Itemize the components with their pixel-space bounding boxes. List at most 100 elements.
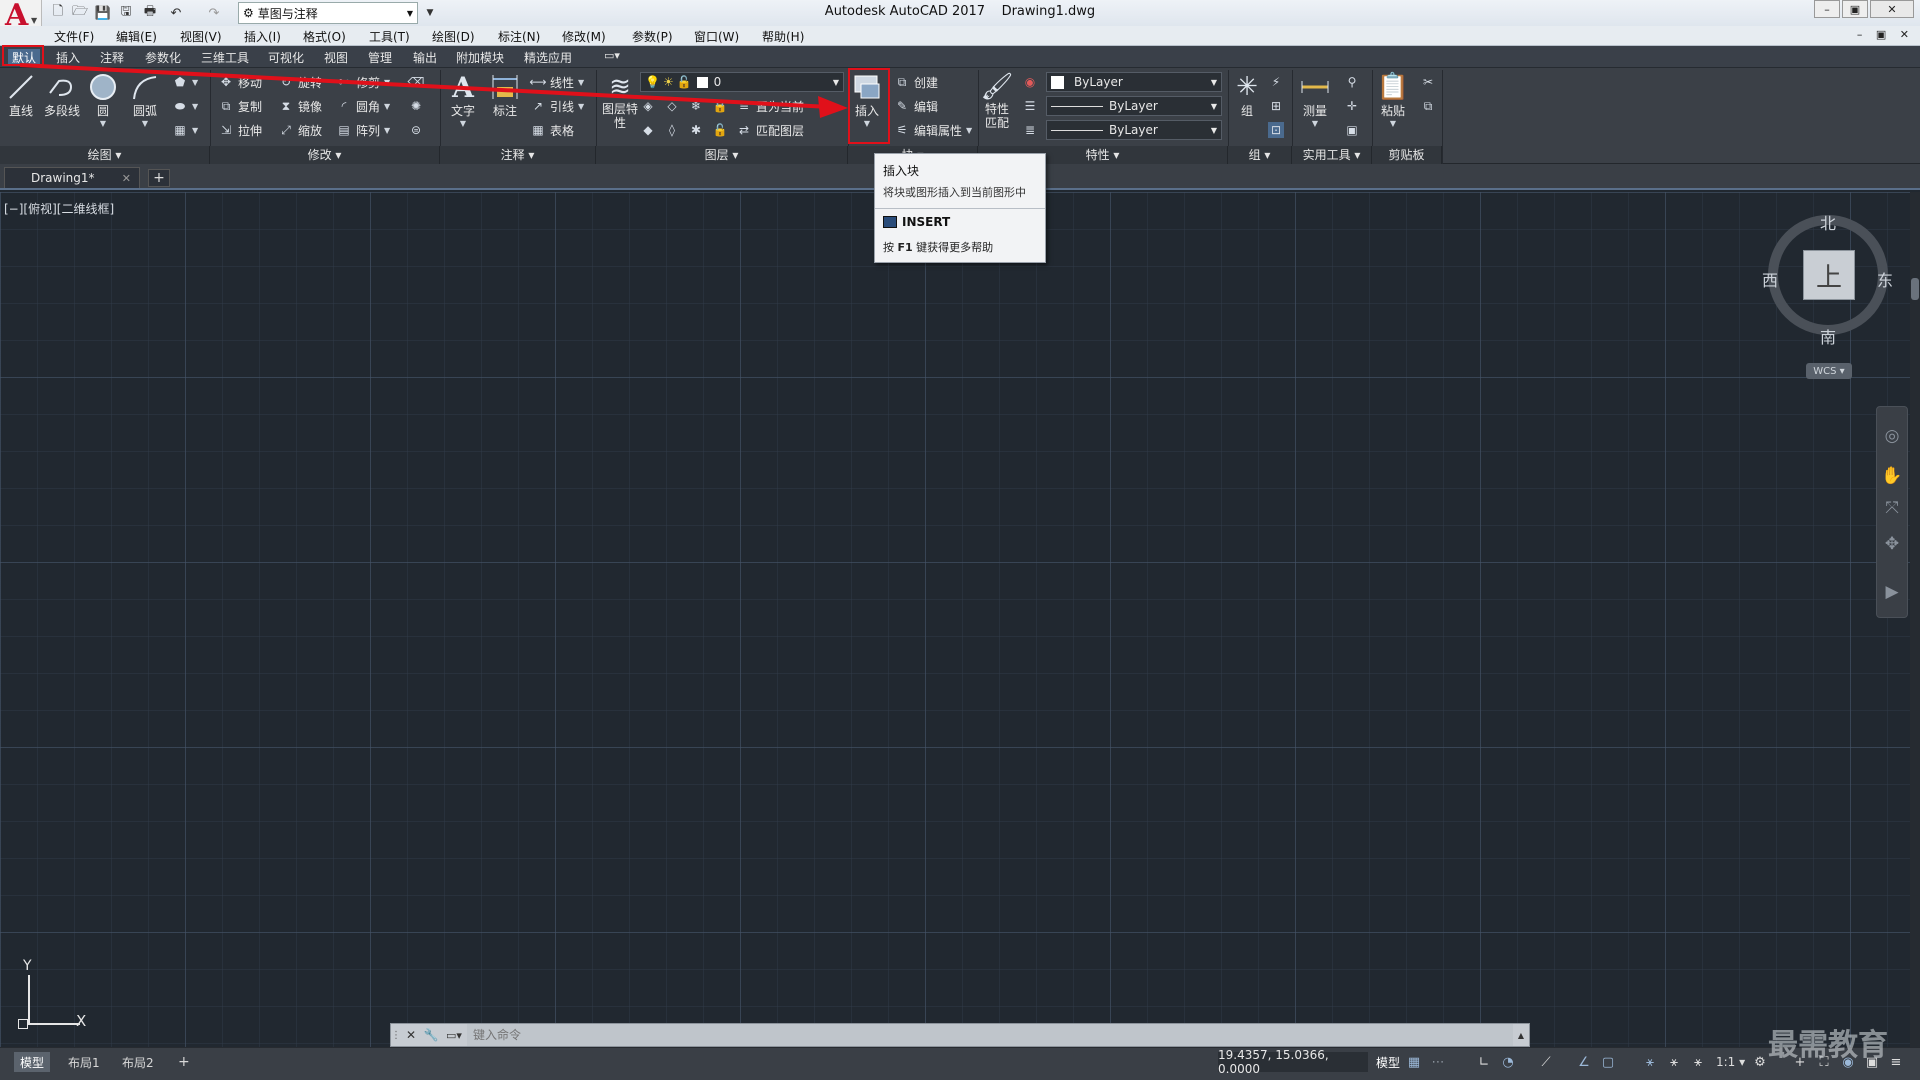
document-window-controls[interactable]: – ▣ ✕	[1857, 28, 1914, 41]
paste-button[interactable]: 📋 粘贴 ▼	[1377, 72, 1409, 128]
layout-tab-model[interactable]: 模型	[14, 1052, 51, 1072]
close-icon[interactable]: ✕	[122, 172, 131, 185]
customization-menu-icon[interactable]: ≡	[1886, 1052, 1906, 1072]
layer-on-button[interactable]: ◆	[640, 120, 656, 140]
layer-unisolate-button[interactable]: ◊	[664, 120, 680, 140]
auto-scale-icon[interactable]: ⚹	[1664, 1052, 1684, 1072]
wrench-icon[interactable]: 🔧	[421, 1028, 441, 1042]
scrollbar-thumb[interactable]	[1911, 278, 1919, 300]
viewport-controls-label[interactable]: [−][俯视][二维线框]	[4, 200, 114, 217]
scissors-icon: ✂	[1422, 75, 1434, 89]
annotation-scale-icon[interactable]: ⚹	[1688, 1052, 1708, 1072]
hatch-button[interactable]: ▦ ▼	[172, 120, 198, 140]
point-id-button[interactable]: ✛	[1344, 96, 1360, 116]
edit-block-button[interactable]: ✎ 编辑	[894, 96, 938, 116]
compass-north[interactable]: 北	[1820, 210, 1836, 234]
annotation-scale-dropdown[interactable]: 1:1 ▾	[1710, 1052, 1751, 1072]
grid-icon[interactable]: ▦	[1404, 1052, 1424, 1072]
ungroup-button[interactable]: ⚡	[1268, 72, 1284, 92]
compass-east[interactable]: 东	[1877, 267, 1893, 291]
layer-unlock-button[interactable]: 🔓	[712, 120, 728, 140]
ortho-icon[interactable]: ∟	[1474, 1052, 1494, 1072]
match-layer-icon: ⇄	[738, 123, 750, 137]
utilities-panel-title[interactable]: 实用工具 ▾	[1292, 146, 1372, 164]
gear-icon[interactable]: ⚙	[1750, 1052, 1770, 1072]
compass-west[interactable]: 西	[1762, 267, 1778, 291]
snap-icon[interactable]: ⋯	[1428, 1052, 1448, 1072]
hatch-icon: ▦	[174, 123, 186, 137]
restore-button[interactable]: ▣	[1842, 0, 1868, 18]
chevron-down-icon: ▼	[1210, 77, 1218, 87]
layout-tab-layout2[interactable]: 布局2	[116, 1052, 160, 1072]
layer-thaw-button[interactable]: ✱	[688, 120, 704, 140]
minimize-button[interactable]: –	[1814, 0, 1840, 18]
scale-button[interactable]: ⤢ 缩放	[278, 120, 322, 140]
create-block-button[interactable]: ⧉ 创建	[894, 72, 938, 92]
linetype-sample-icon	[1051, 105, 1103, 107]
group-button[interactable]: ✳ 组	[1232, 72, 1262, 119]
draw-panel-title[interactable]: 绘图 ▾	[0, 146, 210, 164]
object-snap-icon[interactable]: ▢	[1598, 1052, 1618, 1072]
calculator-button[interactable]: ▣	[1344, 120, 1360, 140]
ucs-x-axis	[28, 1023, 80, 1025]
table-button[interactable]: ▦ 表格	[530, 120, 574, 140]
grip-icon[interactable]: ⋮	[391, 1030, 401, 1041]
match-properties-button[interactable]: 🖌 特性匹配	[981, 72, 1014, 130]
vertical-scrollbar[interactable]	[1910, 192, 1920, 1047]
new-tab-button[interactable]: +	[148, 169, 170, 187]
close-icon[interactable]: ✕	[401, 1028, 421, 1042]
copy-clip-button[interactable]: ⧉	[1420, 96, 1436, 116]
color-dropdown[interactable]: ByLayer ▼	[1046, 72, 1222, 92]
modify-panel-title[interactable]: 修改 ▾	[210, 146, 440, 164]
stretch-icon: ⇲	[220, 123, 232, 137]
layout-tab-layout1[interactable]: 布局1	[62, 1052, 106, 1072]
command-input[interactable]	[467, 1024, 1513, 1046]
stretch-button[interactable]: ⇲ 拉伸	[218, 120, 262, 140]
edit-attributes-button[interactable]: ⚟ 编辑属性 ▼	[894, 120, 973, 140]
showmotion-icon[interactable]: ▶	[1880, 580, 1904, 604]
lineweight-dropdown[interactable]: ByLayer ▼	[1046, 120, 1222, 140]
steering-wheel-icon[interactable]: ◎	[1880, 424, 1904, 448]
polar-icon[interactable]: ◔	[1498, 1052, 1518, 1072]
object-snap-tracking-icon[interactable]: ∠	[1574, 1052, 1594, 1072]
command-line: ⋮ ✕ 🔧 ▭▾ ▲	[390, 1023, 1530, 1047]
chevron-up-icon[interactable]: ▲	[1513, 1031, 1529, 1040]
quick-select-button[interactable]: ⚲	[1344, 72, 1360, 92]
group-select-button[interactable]: ⊡	[1268, 120, 1284, 140]
measure-label: 测量	[1302, 104, 1327, 118]
model-space-toggle[interactable]: 模型	[1370, 1052, 1406, 1072]
coordinates-readout[interactable]: 19.4357, 15.0366, 0.0000	[1218, 1048, 1368, 1076]
offset-button[interactable]: ⊜	[408, 120, 424, 140]
orbit-icon[interactable]: ✥	[1880, 532, 1904, 556]
compass-south[interactable]: 南	[1820, 324, 1836, 348]
viewcube-top-face[interactable]: 上	[1803, 250, 1855, 300]
close-button[interactable]: ✕	[1870, 0, 1914, 18]
chevron-down-icon: ▼	[1389, 119, 1397, 128]
tooltip-help: 按 F1 键获得更多帮助	[883, 239, 993, 255]
recent-commands-icon[interactable]: ▭▾	[441, 1029, 467, 1042]
isodraft-icon[interactable]: ⟋	[1536, 1052, 1556, 1072]
group-edit-button[interactable]: ⊞	[1268, 96, 1284, 116]
measure-button[interactable]: 测量 ▼	[1300, 72, 1330, 128]
annotation-panel-title[interactable]: 注释 ▾	[440, 146, 596, 164]
clipboard-panel-title[interactable]: 剪贴板	[1372, 146, 1442, 164]
linetype-dropdown[interactable]: ByLayer ▼	[1046, 96, 1222, 116]
group-label: 组	[1240, 104, 1253, 118]
wcs-menu[interactable]: WCS ▾	[1806, 363, 1852, 379]
utilities-panel-label: 实用工具	[1302, 148, 1351, 162]
add-layout-button[interactable]: +	[172, 1052, 196, 1072]
linetype-icon[interactable]: ☰	[1022, 96, 1038, 116]
array-button[interactable]: ▤ 阵列 ▼	[336, 120, 390, 140]
tooltip-help-suffix: 键获得更多帮助	[916, 241, 994, 254]
zoom-extents-icon[interactable]: ⤧	[1880, 496, 1904, 520]
cut-button[interactable]: ✂	[1420, 72, 1436, 92]
lineweight-icon[interactable]: ≣	[1022, 120, 1038, 140]
pan-hand-icon[interactable]: ✋	[1880, 464, 1904, 488]
annotation-visibility-icon[interactable]: ⚹	[1640, 1052, 1660, 1072]
document-tab-drawing1[interactable]: Drawing1* ✕	[4, 167, 140, 188]
match-layer-button[interactable]: ⇄ 匹配图层	[736, 120, 804, 140]
color-wheel-icon[interactable]: ◉	[1022, 72, 1038, 92]
drawing-canvas[interactable]	[0, 192, 1920, 1047]
groups-panel-title[interactable]: 组 ▾	[1228, 146, 1292, 164]
layers-panel-title[interactable]: 图层 ▾	[596, 146, 848, 164]
